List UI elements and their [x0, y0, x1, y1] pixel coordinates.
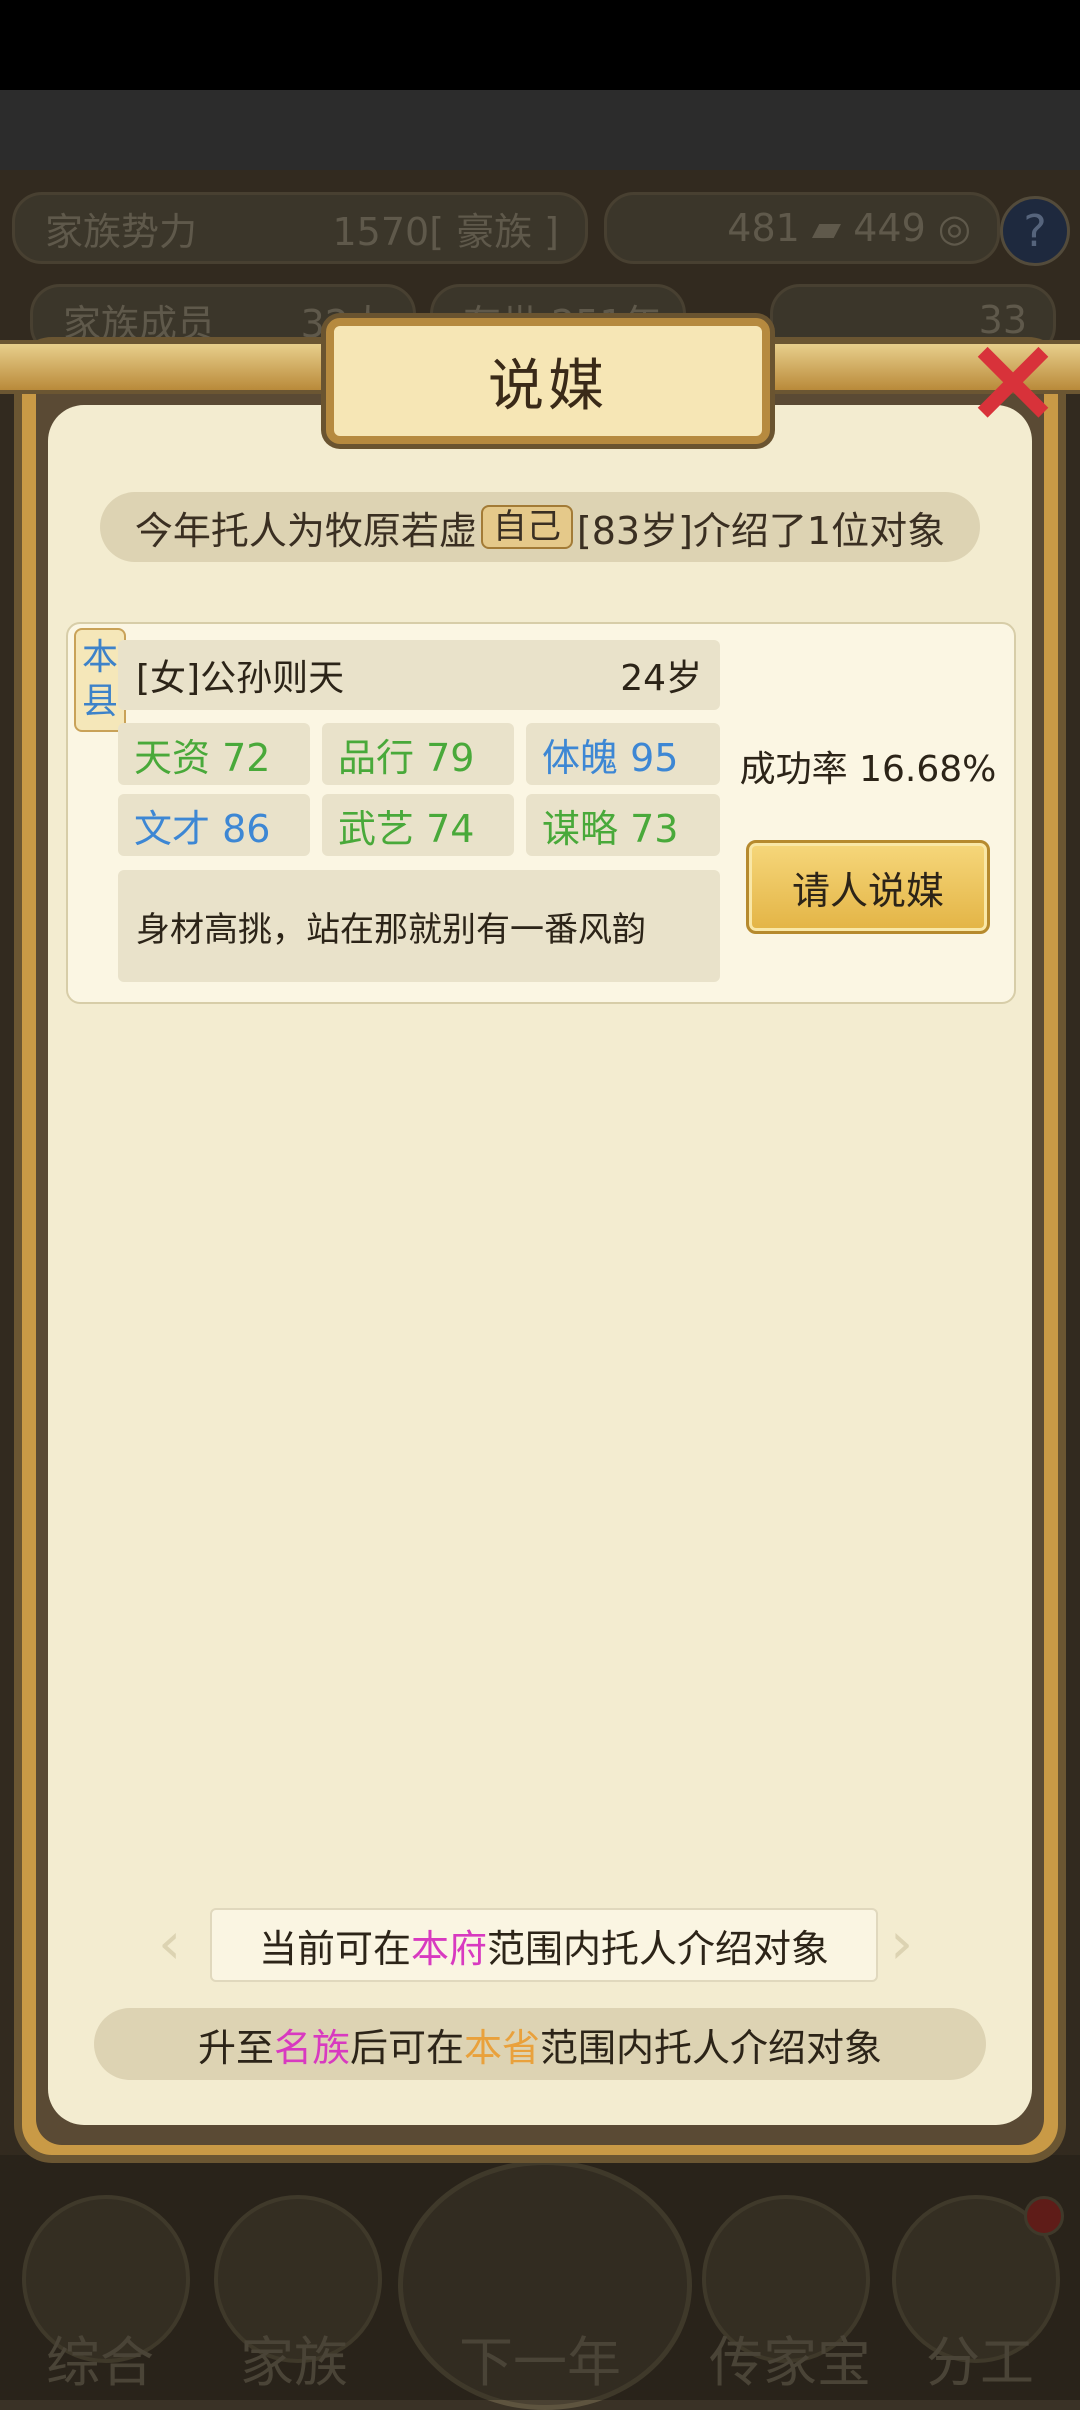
- dialog-title: 说媒: [326, 318, 770, 444]
- top-bar: [0, 90, 1080, 170]
- stat-strategy: 谋略 73: [526, 794, 720, 856]
- close-icon[interactable]: ×: [958, 320, 1068, 440]
- request-matchmaking-button[interactable]: 请人说媒: [746, 840, 990, 934]
- candidate-description: 身材高挑，站在那就别有一番风韵: [118, 870, 720, 982]
- upgrade-hint: 升至 名族 后可在 本省 范围内托人介绍对象: [94, 2008, 986, 2080]
- upgrade-province: 本省: [464, 2025, 541, 2070]
- self-tag: 自己: [480, 505, 573, 549]
- stat-physique: 体魄 95: [526, 723, 720, 785]
- stat-literary: 文才 86: [118, 794, 310, 856]
- info-suffix: [83岁]介绍了1位对象: [576, 508, 946, 553]
- stat-aptitude: 天资 72: [118, 723, 310, 785]
- candidate-name: [女]公孙则天: [136, 658, 345, 699]
- scope-suffix: 范围内托人介绍对象: [487, 1926, 830, 1971]
- upgrade-clan-rank: 名族: [273, 2025, 350, 2070]
- scope-info: 当前可在 本府 范围内托人介绍对象: [210, 1908, 878, 1982]
- upgrade-p1: 升至: [197, 2025, 274, 2070]
- success-rate: 成功率 16.68%: [739, 749, 997, 790]
- chevron-right-icon: ›: [890, 1909, 914, 1977]
- matchmaking-info-bar: 今年托人为牧原若虚 自己 [83岁]介绍了1位对象: [100, 492, 980, 562]
- candidate-age: 24岁: [620, 658, 702, 699]
- upgrade-p2: 后可在: [349, 2025, 464, 2070]
- info-prefix: 今年托人为牧原若虚: [134, 508, 477, 553]
- chevron-left-icon: ‹: [158, 1909, 182, 1977]
- scope-prefix: 当前可在: [258, 1926, 411, 1971]
- stat-martial: 武艺 74: [322, 794, 514, 856]
- scope-highlight: 本府: [410, 1926, 487, 1971]
- upgrade-p3: 范围内托人介绍对象: [540, 2025, 883, 2070]
- stat-conduct: 品行 79: [322, 723, 514, 785]
- status-bar: [0, 0, 1080, 90]
- candidate-name-row: [女]公孙则天 24岁: [118, 640, 720, 710]
